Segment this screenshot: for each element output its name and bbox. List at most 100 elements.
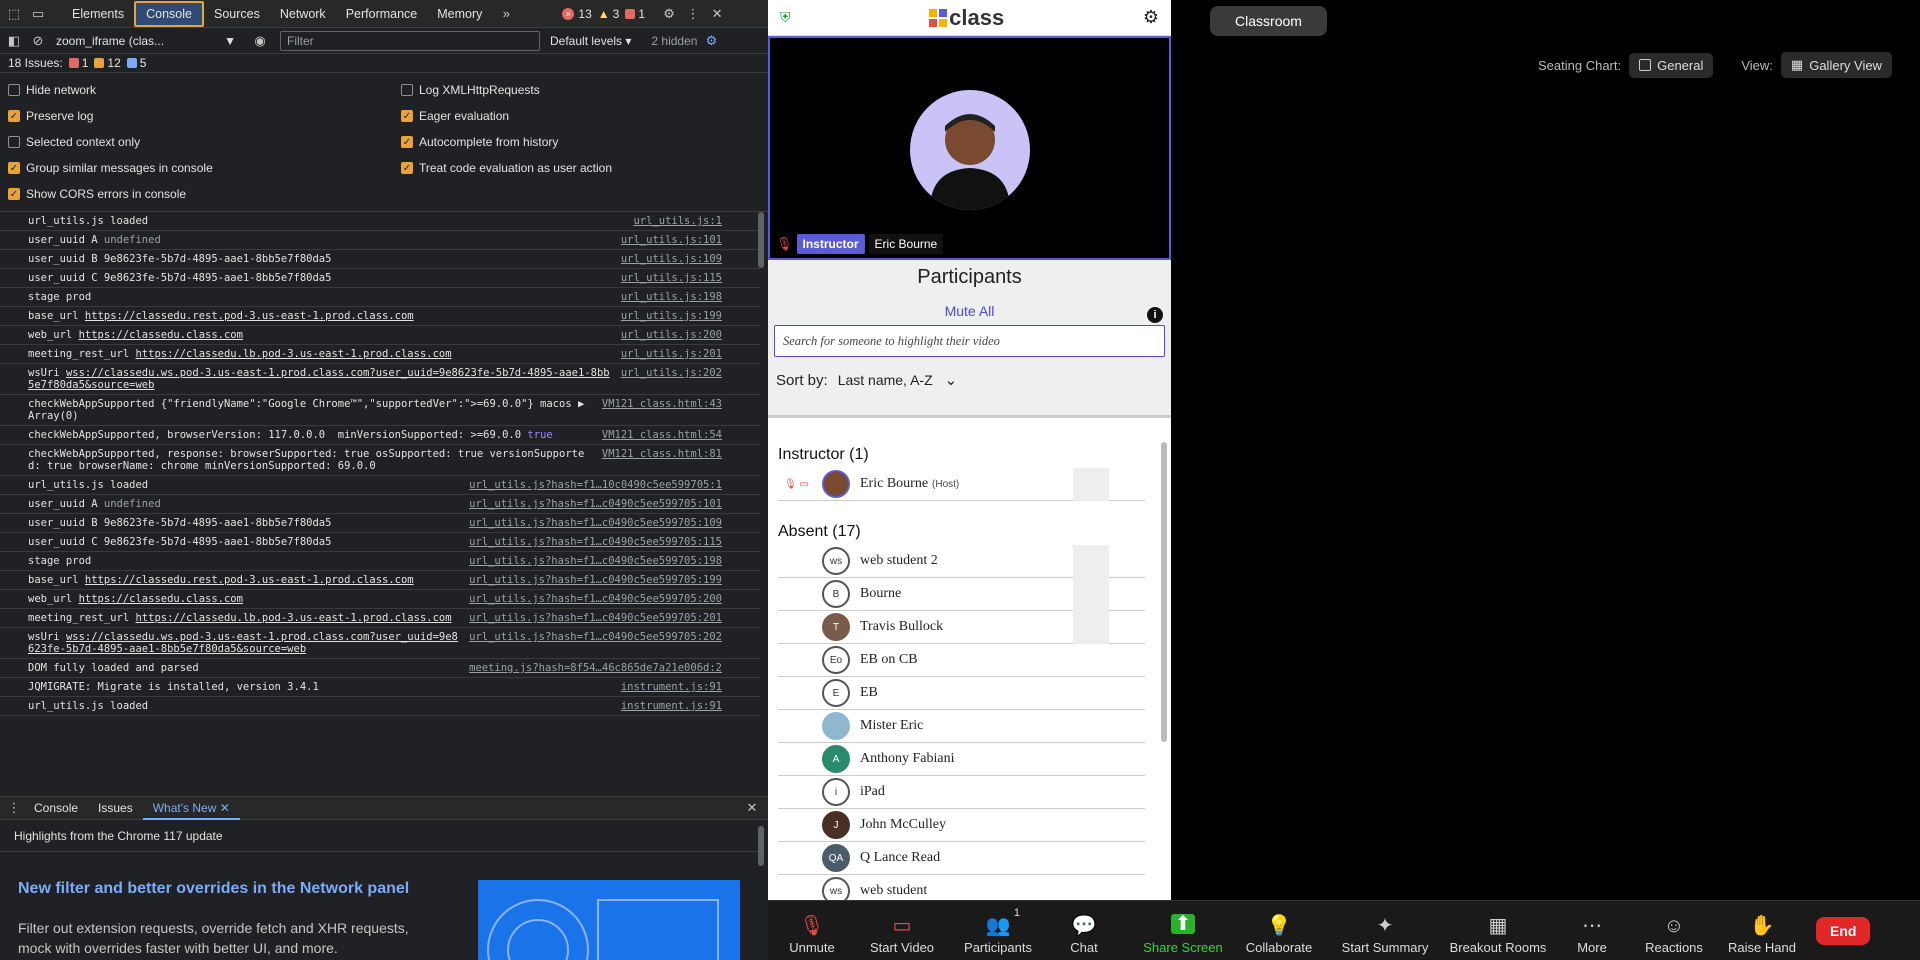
end-button[interactable]: End — [1816, 916, 1871, 945]
message-link[interactable]: https://classedu.rest.pod-3.us-east-1.pr… — [85, 574, 414, 586]
console-scrollbar[interactable] — [758, 212, 764, 268]
toolbar-raise-hand[interactable]: ✋ Raise Hand — [1718, 903, 1806, 959]
setting-option[interactable]: ✓ Show CORS errors in console — [0, 181, 393, 207]
error-count[interactable]: × 13 — [562, 7, 592, 21]
filter-input[interactable]: Filter — [280, 30, 540, 51]
checkbox[interactable]: ✓ — [401, 110, 413, 122]
tab-sources[interactable]: Sources — [204, 0, 270, 28]
message-source-link[interactable]: url_utils.js?hash=f1…c0490c5ee599705:201 — [469, 612, 722, 624]
drawer-tab[interactable]: Issues — [88, 796, 143, 820]
setting-option[interactable]: ✓ Autocomplete from history — [393, 129, 768, 155]
setting-option[interactable]: ✓ Eager evaluation — [393, 103, 768, 129]
message-source-link[interactable]: url_utils.js:198 — [621, 291, 722, 303]
tab-elements[interactable]: Elements — [62, 0, 134, 28]
info-count[interactable]: 1 — [625, 7, 645, 21]
close-drawer-icon[interactable]: ✕ — [742, 798, 762, 818]
toolbar-collaborate[interactable]: 💡 Collaborate — [1238, 903, 1320, 959]
message-source-link[interactable]: url_utils.js?hash=f1…c0490c5ee599705:202 — [469, 631, 722, 655]
setting-option[interactable]: ✓ Treat code evaluation as user action — [393, 155, 768, 181]
toolbar-share-screen[interactable]: ⬆ Share Screen — [1128, 903, 1238, 959]
setting-option[interactable]: Log XMLHttpRequests — [393, 77, 768, 103]
toolbar-reactions[interactable]: ☺ Reactions — [1630, 903, 1718, 959]
message-source-link[interactable]: instrument.js:91 — [621, 681, 722, 693]
message-link[interactable]: wss://classedu.ws.pod-3.us-east-1.prod.c… — [28, 367, 610, 391]
info-icon[interactable]: i — [1147, 307, 1163, 323]
checkbox[interactable] — [401, 84, 413, 96]
warning-count[interactable]: ▲ 3 — [598, 7, 620, 21]
participant-scrollbar[interactable] — [1161, 442, 1167, 742]
checkbox[interactable] — [8, 84, 20, 96]
message-link[interactable]: https://classedu.lb.pod-3.us-east-1.prod… — [135, 612, 451, 624]
message-link[interactable]: https://classedu.class.com — [79, 593, 243, 605]
checkbox[interactable]: ✓ — [401, 136, 413, 148]
gear-icon[interactable]: ⚙ — [1143, 7, 1159, 28]
checkbox[interactable]: ✓ — [8, 110, 20, 122]
setting-option[interactable]: Selected context only — [0, 129, 393, 155]
device-toolbar-icon[interactable]: ▭ — [28, 4, 48, 24]
tab-console[interactable]: Console — [134, 0, 204, 27]
tab-network[interactable]: Network — [270, 0, 336, 28]
row-action[interactable] — [1073, 578, 1109, 611]
message-source-link[interactable]: url_utils.js:201 — [621, 348, 722, 360]
list-item[interactable]: ws web student — [778, 875, 1145, 902]
message-source-link[interactable]: url_utils.js?hash=f1…c0490c5ee599705:200 — [469, 593, 722, 605]
drawer-tab[interactable]: Console — [24, 796, 88, 820]
kebab-menu-icon[interactable]: ⋮ — [683, 4, 703, 24]
checkbox[interactable]: ✓ — [401, 162, 413, 174]
message-source-link[interactable]: url_utils.js?hash=f1…10c0490c5ee599705:1 — [469, 479, 722, 491]
checkbox[interactable]: ✓ — [8, 162, 20, 174]
participant-search-input[interactable]: Search for someone to highlight their vi… — [774, 325, 1165, 357]
list-item[interactable]: Eo EB on CB — [778, 644, 1145, 677]
checkbox[interactable]: ✓ — [8, 188, 20, 200]
close-icon[interactable]: ✕ — [707, 4, 727, 24]
message-source-link[interactable]: url_utils.js:101 — [621, 234, 722, 246]
toolbar-start-summary[interactable]: ✦ Start Summary — [1328, 903, 1442, 959]
inspect-icon[interactable]: ⬚ — [4, 4, 24, 24]
list-item[interactable]: T Travis Bullock — [778, 611, 1145, 644]
row-action[interactable] — [1073, 545, 1109, 578]
message-link[interactable]: https://classedu.lb.pod-3.us-east-1.prod… — [135, 348, 451, 360]
message-source-link[interactable]: url_utils.js?hash=f1…c0490c5ee599705:109 — [469, 517, 722, 529]
issues-bar[interactable]: 18 Issues: 1 12 5 — [0, 54, 768, 73]
message-link[interactable]: https://classedu.class.com — [79, 329, 243, 341]
message-source-link[interactable]: instrument.js:91 — [621, 700, 722, 712]
tab-performance[interactable]: Performance — [336, 0, 428, 28]
toolbar-start-video[interactable]: ▭ Start Video — [856, 903, 948, 959]
sidebar-toggle-icon[interactable]: ◧ — [4, 31, 24, 51]
list-item[interactable]: i iPad — [778, 776, 1145, 809]
list-item[interactable]: 🎙 ▭ Eric Bourne (Host) — [778, 468, 1145, 501]
toolbar-participants[interactable]: 👥 1 Participants — [948, 903, 1048, 959]
list-item[interactable]: QA Q Lance Read — [778, 842, 1145, 875]
message-source-link[interactable]: url_utils.js:1 — [633, 215, 722, 227]
message-source-link[interactable]: url_utils.js?hash=f1…c0490c5ee599705:101 — [469, 498, 722, 510]
message-source-link[interactable]: VM121 class.html:54 — [602, 429, 722, 441]
console-settings-icon[interactable]: ⚙ — [701, 31, 721, 51]
whats-new-title[interactable]: New filter and better overrides in the N… — [18, 880, 409, 898]
message-source-link[interactable]: VM121 class.html:43 — [602, 398, 722, 422]
message-source-link[interactable]: url_utils.js?hash=f1…c0490c5ee599705:198 — [469, 555, 722, 567]
toolbar-breakout-rooms[interactable]: ▦ Breakout Rooms — [1442, 903, 1554, 959]
drawer-menu-icon[interactable]: ⋮ — [4, 798, 24, 818]
eye-icon[interactable]: ◉ — [250, 31, 270, 51]
message-source-link[interactable]: url_utils.js:199 — [621, 310, 722, 322]
tab-memory[interactable]: Memory — [427, 0, 492, 28]
message-source-link[interactable]: meeting.js?hash=8f54…46c865de7a21e006d:2 — [469, 662, 722, 674]
setting-option[interactable]: ✓ Group similar messages in console — [0, 155, 393, 181]
toolbar-chat[interactable]: 💬 Chat — [1048, 903, 1120, 959]
message-link[interactable]: https://classedu.rest.pod-3.us-east-1.pr… — [85, 310, 414, 322]
checkbox[interactable] — [8, 136, 20, 148]
message-source-link[interactable]: VM121 class.html:81 — [602, 448, 722, 472]
more-tabs-icon[interactable]: » — [496, 4, 516, 24]
view-select[interactable]: ▦ Gallery View — [1780, 52, 1892, 78]
message-source-link[interactable]: url_utils.js:109 — [621, 253, 722, 265]
message-source-link[interactable]: url_utils.js:202 — [621, 367, 722, 391]
list-item[interactable]: B Bourne — [778, 578, 1145, 611]
drawer-tab[interactable]: What's New ✕ — [142, 796, 240, 820]
setting-option[interactable]: ✓ Preserve log — [0, 103, 393, 129]
instructor-video[interactable]: 🎙 Instructor Eric Bourne — [768, 36, 1171, 260]
seating-select[interactable]: General — [1629, 52, 1714, 78]
context-selector[interactable]: zoom_iframe (clas... ▼ — [56, 34, 236, 48]
close-tab-icon[interactable]: ✕ — [216, 801, 230, 815]
gear-icon[interactable]: ⚙ — [659, 4, 679, 24]
message-link[interactable]: wss://classedu.ws.pod-3.us-east-1.prod.c… — [28, 631, 458, 655]
